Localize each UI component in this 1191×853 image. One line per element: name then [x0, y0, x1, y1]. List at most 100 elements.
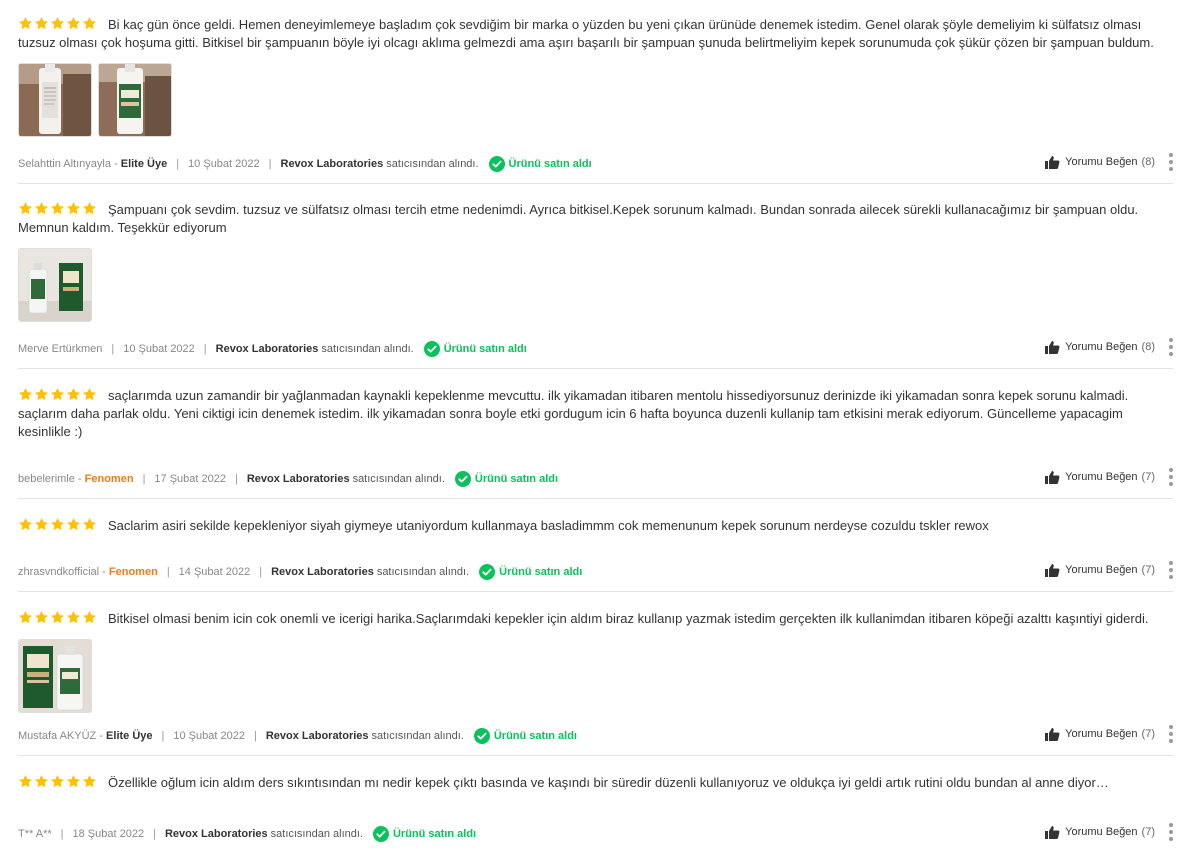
- like-button[interactable]: Yorumu Beğen (8): [1045, 340, 1155, 354]
- seller-name[interactable]: Revox Laboratories: [216, 343, 319, 355]
- review-text: Özellikle oğlum icin aldım ders sıkıntıs…: [108, 775, 1109, 790]
- star-icon: [51, 387, 64, 401]
- check-circle-icon: [488, 156, 505, 172]
- like-count: (7): [1141, 471, 1155, 483]
- more-options-icon[interactable]: [1169, 338, 1173, 356]
- thumbs-up-icon: [1045, 341, 1060, 354]
- review-date: 14 Şubat 2022: [178, 566, 251, 578]
- seller-name[interactable]: Revox Laboratories: [247, 473, 350, 485]
- star-icon: [19, 774, 32, 788]
- review-photos: [18, 63, 1173, 137]
- review-user: Merve Ertürkmen: [18, 343, 103, 355]
- star-icon: [51, 16, 64, 30]
- review-meta: Mustafa AKYÜZ - Elite Üye | 10 Şubat 202…: [18, 728, 577, 744]
- like-button[interactable]: Yorumu Beğen (7): [1045, 563, 1155, 577]
- review-user: bebelerimle: [18, 473, 75, 485]
- user-badge: Fenomen: [108, 566, 158, 578]
- star-icon: [83, 774, 96, 788]
- more-options-icon[interactable]: [1169, 468, 1173, 486]
- review-date: 10 Şubat 2022: [123, 343, 195, 355]
- review-photo-box-and-bottle[interactable]: [18, 639, 92, 713]
- review-actions: Yorumu Beğen (7): [1045, 468, 1173, 486]
- like-label: Yorumu Beğen: [1065, 826, 1138, 838]
- review-text-block: Saclarim asiri sekilde kepekleniyor siya…: [18, 515, 989, 535]
- check-circle-icon: [423, 341, 440, 357]
- review-text: saçlarımda uzun zamandir bir yağlanmadan…: [18, 388, 1129, 439]
- purchase-verified: Ürünü satın aldı: [473, 728, 577, 744]
- like-count: (8): [1141, 156, 1155, 168]
- like-button[interactable]: Yorumu Beğen (7): [1045, 727, 1155, 741]
- star-icon: [51, 774, 64, 788]
- star-icon: [35, 774, 48, 788]
- review-photo-bottle-front[interactable]: [98, 63, 172, 137]
- like-button[interactable]: Yorumu Beğen (7): [1045, 825, 1155, 839]
- like-count: (7): [1141, 826, 1155, 838]
- more-options-icon[interactable]: [1169, 153, 1173, 171]
- review-date: 18 Şubat 2022: [72, 828, 145, 840]
- review-date: 17 Şubat 2022: [154, 473, 226, 485]
- purchase-verified: Ürünü satın aldı: [454, 471, 559, 487]
- seller-name[interactable]: Revox Laboratories: [281, 158, 384, 170]
- seller-name[interactable]: Revox Laboratories: [165, 828, 268, 840]
- thumbs-up-icon: [1045, 728, 1060, 741]
- review-actions: Yorumu Beğen (8): [1045, 338, 1173, 356]
- thumbs-up-icon: [1045, 826, 1060, 839]
- like-label: Yorumu Beğen: [1065, 728, 1138, 740]
- more-options-icon[interactable]: [1169, 823, 1173, 841]
- star-icon: [19, 16, 32, 30]
- review-meta: zhrasvndkofficial - Fenomen | 14 Şubat 2…: [18, 564, 583, 580]
- review-photo-bottle-back[interactable]: [18, 63, 92, 137]
- purchase-verified-label: Ürünü satın aldı: [493, 730, 577, 742]
- purchase-verified-label: Ürünü satın aldı: [443, 343, 527, 355]
- like-count: (8): [1141, 341, 1155, 353]
- seller-name[interactable]: Revox Laboratories: [266, 730, 369, 742]
- star-icon: [83, 201, 96, 215]
- star-icon: [67, 774, 80, 788]
- purchase-verified: Ürünü satın aldı: [423, 341, 527, 357]
- rating-stars: [18, 201, 97, 216]
- star-icon: [51, 610, 64, 624]
- like-label: Yorumu Beğen: [1065, 471, 1138, 483]
- seller-name[interactable]: Revox Laboratories: [271, 566, 374, 578]
- purchase-verified-label: Ürünü satın aldı: [474, 473, 559, 485]
- review-text-block: Bi kaç gün önce geldi. Hemen deneyimleme…: [18, 14, 1173, 52]
- seller-suffix: satıcısından alındı.: [371, 730, 464, 742]
- star-icon: [51, 517, 64, 531]
- more-options-icon[interactable]: [1169, 561, 1173, 579]
- review-photo-two-products[interactable]: [18, 248, 92, 322]
- more-options-icon[interactable]: [1169, 725, 1173, 743]
- check-circle-icon: [473, 728, 490, 744]
- review-item: Saclarim asiri sekilde kepekleniyor siya…: [18, 499, 1173, 592]
- review-date: 10 Şubat 2022: [173, 730, 245, 742]
- star-icon: [67, 16, 80, 30]
- review-photos: [18, 639, 1173, 713]
- review-text: Bitkisel olmasi benim icin cok onemli ve…: [108, 611, 1149, 626]
- review-actions: Yorumu Beğen (8): [1045, 153, 1173, 171]
- purchase-verified-label: Ürünü satın aldı: [508, 158, 592, 170]
- review-text-block: Bitkisel olmasi benim icin cok onemli ve…: [18, 608, 1148, 628]
- like-count: (7): [1141, 728, 1155, 740]
- review-meta: Merve Ertürkmen | 10 Şubat 2022 | Revox …: [18, 341, 527, 357]
- seller-suffix: satıcısından alındı.: [321, 343, 414, 355]
- review-user: T** A**: [18, 828, 52, 840]
- user-badge: Elite Üye: [106, 730, 153, 742]
- review-meta: Selahttin Altınyayla - Elite Üye | 10 Şu…: [18, 156, 592, 172]
- like-button[interactable]: Yorumu Beğen (8): [1045, 155, 1155, 169]
- review-actions: Yorumu Beğen (7): [1045, 561, 1173, 579]
- purchase-verified-label: Ürünü satın aldı: [392, 828, 477, 840]
- review-text: Şampuanı çok sevdim. tuzsuz ve sülfatsız…: [18, 202, 1139, 235]
- star-icon: [35, 16, 48, 30]
- purchase-verified: Ürünü satın aldı: [372, 826, 477, 842]
- seller-suffix: satıcısından alındı.: [270, 828, 363, 840]
- like-button[interactable]: Yorumu Beğen (7): [1045, 470, 1155, 484]
- review-photos: [18, 248, 1173, 322]
- purchase-verified: Ürünü satın aldı: [479, 564, 582, 580]
- thumbs-up-icon: [1045, 471, 1060, 484]
- star-icon: [19, 201, 32, 215]
- star-icon: [67, 201, 80, 215]
- seller-suffix: satıcısından alındı.: [352, 473, 445, 485]
- check-circle-icon: [372, 826, 389, 842]
- rating-stars: [18, 517, 97, 532]
- review-date: 10 Şubat 2022: [188, 158, 260, 170]
- star-icon: [67, 387, 80, 401]
